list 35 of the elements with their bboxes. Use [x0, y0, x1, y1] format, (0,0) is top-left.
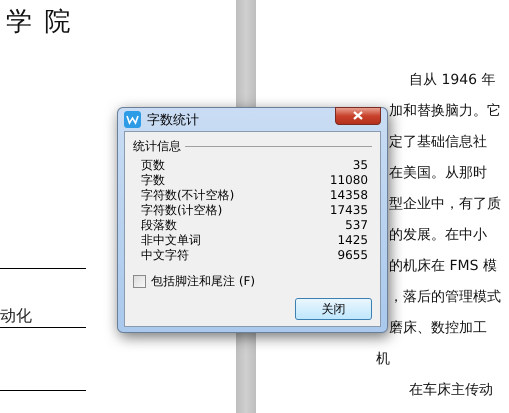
- body-text-line: 磨床、数控加工: [389, 319, 487, 338]
- stat-value: 537: [345, 218, 368, 233]
- stat-label: 非中文单词: [141, 233, 201, 248]
- dialog-title: 字数统计: [147, 112, 200, 128]
- stat-value: 9655: [337, 248, 368, 263]
- body-text-line: 的机床在 FMS 模: [389, 257, 497, 276]
- stat-label: 页数: [141, 158, 165, 173]
- app-logo-icon: [124, 111, 141, 128]
- stat-value: 1425: [337, 233, 368, 248]
- document-heading: 学 院: [5, 6, 74, 39]
- stat-value: 11080: [330, 173, 368, 188]
- stat-label: 段落数: [141, 218, 177, 233]
- group-label: 统计信息: [133, 138, 181, 155]
- stat-label: 中文字符: [141, 248, 189, 263]
- body-text-line: 机: [376, 350, 390, 369]
- body-text-line: 型企业中，有了质: [389, 195, 501, 214]
- body-text-line: 在车床主传动: [409, 381, 493, 400]
- close-button[interactable]: [335, 106, 381, 124]
- body-text-line: 在美国。从那时: [389, 164, 487, 183]
- body-text-line: 的发展。在中小: [389, 226, 487, 245]
- stat-value: 35: [352, 158, 368, 173]
- body-text-line: ，落后的管理模式: [389, 288, 501, 307]
- footnote-checkbox[interactable]: [133, 275, 146, 288]
- stat-value: 17435: [330, 203, 368, 218]
- body-text-line: 加和替换脑力。它: [389, 102, 501, 121]
- body-text-line: 定了基础信息社: [389, 133, 487, 152]
- stat-label: 字符数(计空格): [141, 203, 222, 218]
- close-icon: [353, 111, 363, 120]
- stat-label: 字数: [141, 173, 165, 188]
- stat-label: 字符数(不计空格): [141, 188, 234, 203]
- body-text-line: 自从 1946 年: [409, 71, 496, 90]
- checkbox-label: 包括脚注和尾注 (F): [151, 273, 256, 290]
- stat-value: 14358: [330, 188, 368, 203]
- close-dialog-button[interactable]: 关闭: [295, 298, 372, 320]
- underlined-text: 动化: [0, 307, 33, 325]
